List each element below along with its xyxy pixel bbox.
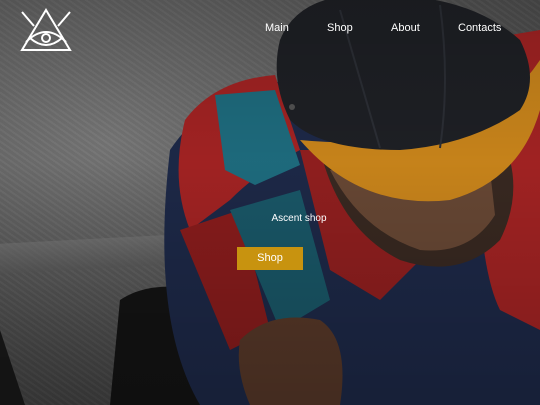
hero-section: Main Shop About Contacts Ascent shop Sho… bbox=[0, 0, 540, 405]
nav-link-about[interactable]: About bbox=[391, 22, 420, 34]
top-navigation: Main Shop About Contacts bbox=[0, 22, 540, 38]
nav-link-shop[interactable]: Shop bbox=[327, 22, 353, 34]
hero-darken-overlay bbox=[0, 0, 540, 405]
nav-link-contacts[interactable]: Contacts bbox=[458, 22, 501, 34]
nav-link-main[interactable]: Main bbox=[265, 22, 289, 34]
hero-tagline: Ascent shop bbox=[271, 213, 327, 224]
shop-button[interactable]: Shop bbox=[237, 247, 303, 270]
